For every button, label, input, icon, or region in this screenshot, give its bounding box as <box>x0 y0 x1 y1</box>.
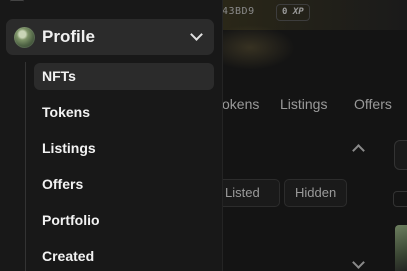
xp-badge: 0 XP <box>276 4 310 21</box>
filter-hidden[interactable]: Hidden <box>284 179 348 207</box>
sidebar-top-divider <box>10 0 24 3</box>
sidebar-item-offers[interactable]: Offers <box>34 171 214 198</box>
sidebar: Profile NFTs Tokens Listings Offers Port… <box>0 0 223 271</box>
tab-listings[interactable]: Listings <box>280 96 327 112</box>
profile-dropdown-button[interactable]: Profile <box>6 19 214 55</box>
profile-label: Profile <box>42 27 95 46</box>
sidebar-item-tokens[interactable]: Tokens <box>34 99 214 126</box>
tab-offers[interactable]: Offers <box>354 96 392 112</box>
chevron-down-icon <box>190 28 203 41</box>
nft-thumbnail[interactable] <box>395 225 407 271</box>
tab-tokens[interactable]: okens <box>222 96 259 112</box>
sidebar-item-nfts[interactable]: NFTs <box>34 63 214 90</box>
sidebar-item-listings[interactable]: Listings <box>34 135 214 162</box>
sidebar-item-created[interactable]: Created <box>34 243 214 270</box>
wallet-address[interactable]: 43BD9 <box>222 6 255 17</box>
sidebar-item-portfolio[interactable]: Portfolio <box>34 207 214 234</box>
filter-listed[interactable]: Listed <box>214 179 280 207</box>
side-checkbox[interactable] <box>393 191 407 207</box>
avatar <box>14 27 35 48</box>
side-panel-card[interactable] <box>394 140 407 170</box>
nav-tree-line <box>25 62 26 271</box>
